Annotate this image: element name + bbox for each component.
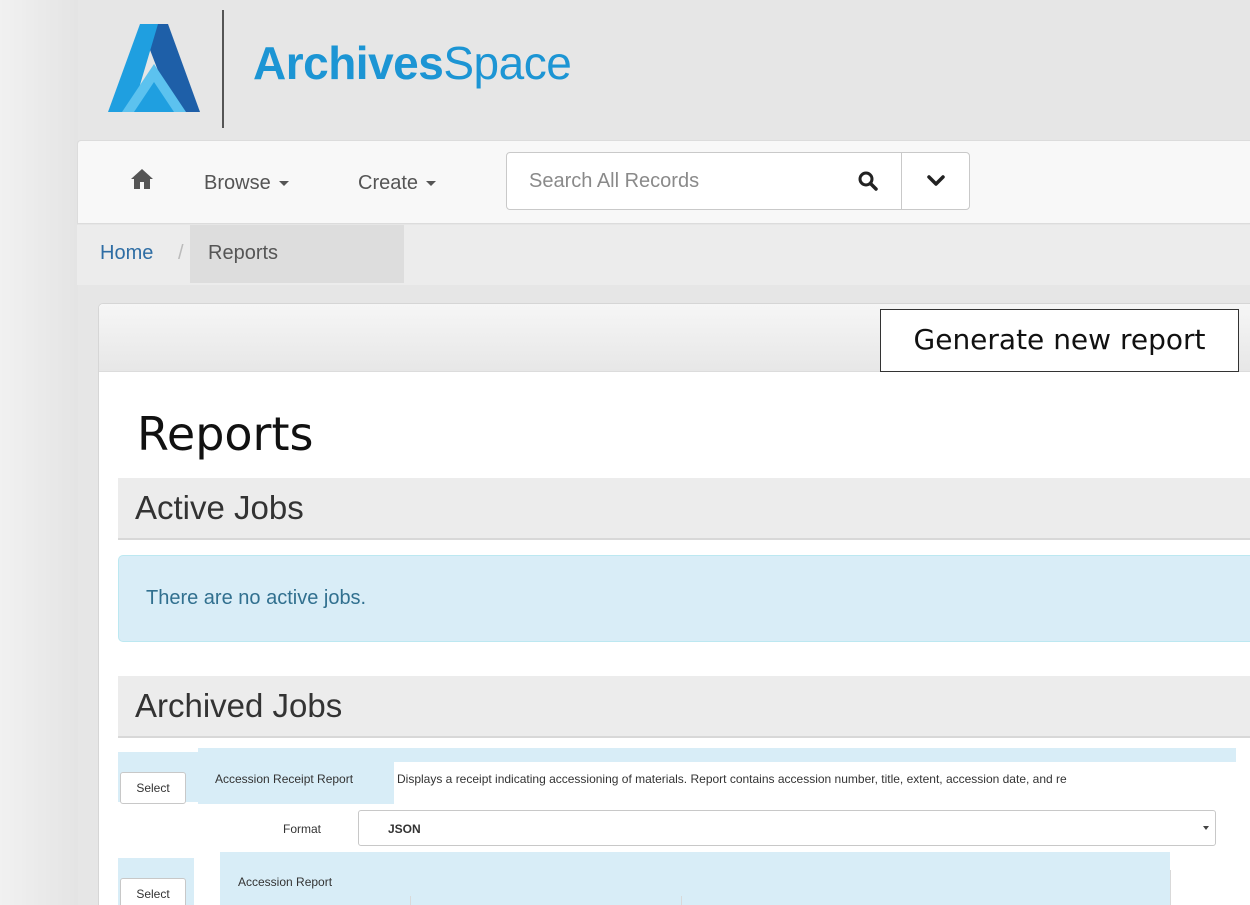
report-description: Displays a receipt indicating accessioni… [397,772,1067,786]
report-row-background [394,748,1236,762]
brand-name[interactable]: ArchivesSpace [253,37,572,89]
select-caret-icon [1203,826,1209,830]
home-icon[interactable] [130,168,154,190]
format-select[interactable] [358,810,1216,846]
page-title: Reports [137,407,314,461]
breadcrumb-current: Reports [208,242,279,264]
browse-menu[interactable]: Browse [204,172,289,195]
caret-down-icon [278,181,289,187]
browse-menu-label: Browse [204,172,271,194]
archivesspace-logo-icon [108,24,200,112]
column-divider [681,896,682,905]
report-name[interactable]: Accession Receipt Report [215,772,353,786]
create-menu[interactable]: Create [358,172,437,195]
search-options-button[interactable] [901,152,970,210]
column-divider [410,896,411,905]
active-jobs-title: Active Jobs [135,489,304,526]
select-report-button[interactable]: Select [120,772,186,804]
report-name-background [220,852,1170,905]
breadcrumb-separator: / [178,242,184,264]
brand-name-bold: Archives [253,37,444,89]
select-report-button[interactable]: Select [120,878,186,905]
search-icon [858,171,878,191]
chevron-down-icon [926,175,945,186]
logo-divider [222,10,224,128]
no-active-jobs-message: There are no active jobs. [146,587,367,609]
breadcrumb-home-link[interactable]: Home [100,242,153,265]
brand-name-light: Space [443,37,572,89]
generate-new-report-button[interactable]: Generate new report [880,309,1239,372]
column-divider [1170,870,1171,905]
create-menu-label: Create [358,172,419,194]
report-name[interactable]: Accession Report [238,875,332,889]
caret-down-icon [426,181,437,187]
archived-jobs-title: Archived Jobs [135,687,343,724]
page-background-strip [0,0,78,905]
format-label: Format [283,822,322,836]
search-button[interactable] [835,152,902,210]
format-selected-value: JSON [388,822,421,836]
search-input[interactable] [506,152,836,210]
